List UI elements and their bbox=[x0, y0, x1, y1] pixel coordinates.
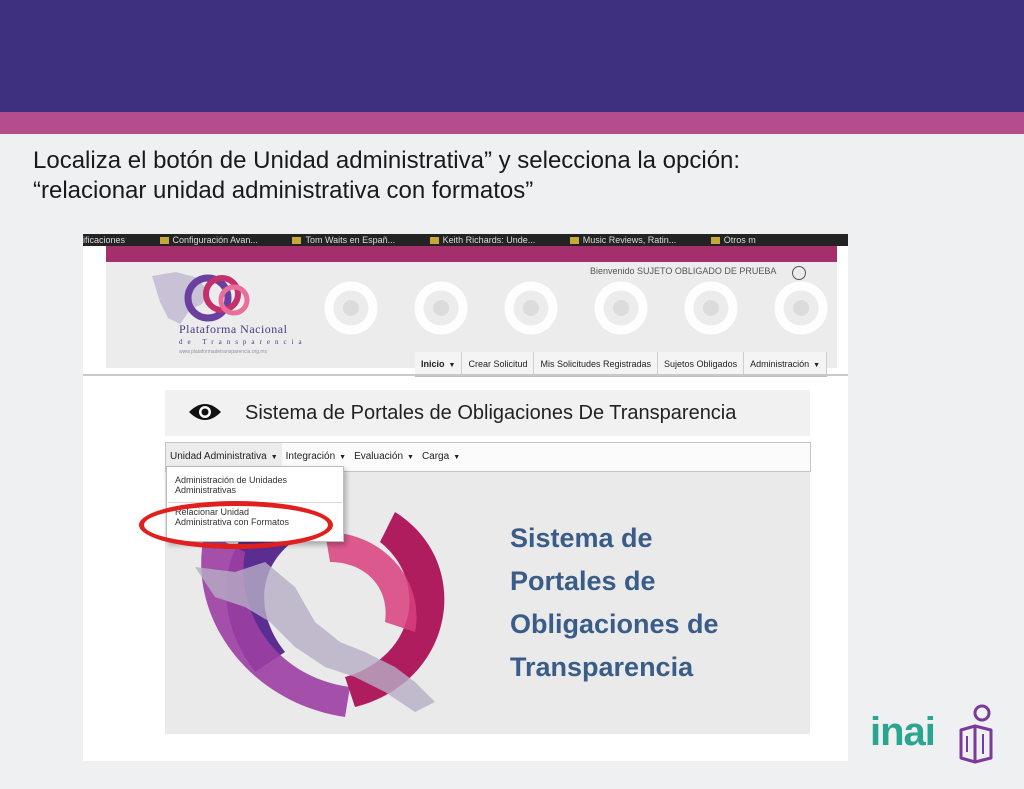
screenshot: ificaciones Configuración Avan... Tom Wa… bbox=[83, 234, 848, 761]
header-stripe bbox=[106, 246, 837, 262]
highlight-ring bbox=[139, 501, 333, 549]
bookmark-item[interactable]: ificaciones bbox=[83, 234, 141, 246]
inai-logo-text: inai bbox=[870, 710, 936, 754]
menu-carga[interactable]: Carga ▼ bbox=[418, 443, 464, 471]
bookmark-item[interactable]: Tom Waits en Españ... bbox=[292, 234, 411, 246]
logo-subtitle: de Transparencia bbox=[179, 338, 307, 346]
user-icon[interactable] bbox=[792, 266, 806, 280]
divider bbox=[83, 374, 848, 376]
nav-sujetos-obligados[interactable]: Sujetos Obligados bbox=[658, 352, 745, 376]
nav-crear-solicitud[interactable]: Crear Solicitud bbox=[462, 352, 535, 376]
welcome-text: Bienvenido SUJETO OBLIGADO DE PRUEBA bbox=[590, 266, 777, 276]
system-title: Sistema de Portales de Obligaciones De T… bbox=[245, 402, 737, 424]
hero-title: Sistema de Portales de Obligaciones de T… bbox=[510, 517, 719, 689]
chevron-down-icon: ▼ bbox=[453, 454, 461, 461]
decorative-pattern bbox=[324, 281, 828, 335]
menu-item-administracion-unidades[interactable]: Administración de Unidades Administrativ… bbox=[175, 475, 337, 495]
chevron-down-icon: ▼ bbox=[339, 454, 347, 461]
slide-instruction: Localiza el botón de Unidad administrati… bbox=[33, 146, 993, 206]
bookmark-item[interactable]: Music Reviews, Ratin... bbox=[569, 234, 693, 246]
page-icon bbox=[569, 237, 579, 244]
menu-item-label: Administrativas bbox=[175, 485, 237, 495]
folder-icon bbox=[159, 237, 169, 244]
system-title-bar: Sistema de Portales de Obligaciones De T… bbox=[165, 390, 810, 436]
instruction-line-1: Localiza el botón de Unidad administrati… bbox=[33, 147, 741, 174]
hero-line: Transparencia bbox=[510, 652, 694, 682]
nav-administracion[interactable]: Administración ▼ bbox=[744, 352, 828, 376]
page-icon bbox=[429, 237, 439, 244]
bookmarks-bar: ificaciones Configuración Avan... Tom Wa… bbox=[83, 234, 848, 246]
hero-line: Portales de bbox=[510, 566, 656, 596]
page-icon bbox=[292, 237, 302, 244]
bookmark-item[interactable]: Otros m bbox=[710, 234, 772, 246]
site-header: Plataforma Nacional de Transparencia www… bbox=[106, 246, 837, 377]
bookmark-item[interactable]: Keith Richards: Unde... bbox=[429, 234, 552, 246]
menu-item-label: Administración de Unidades bbox=[175, 475, 288, 485]
hero-line: Obligaciones de bbox=[510, 609, 719, 639]
eye-icon bbox=[189, 404, 221, 420]
instruction-line-2: “relacionar unidad administrativa con fo… bbox=[33, 177, 534, 204]
chevron-down-icon: ▼ bbox=[448, 362, 456, 369]
logo-url: www.plataformadetransparencia.org.mx bbox=[179, 349, 268, 355]
chevron-down-icon: ▼ bbox=[270, 454, 278, 461]
inai-logo: inai bbox=[870, 704, 996, 766]
bookmark-item[interactable]: Configuración Avan... bbox=[159, 234, 274, 246]
folder-icon bbox=[710, 237, 720, 244]
menu-evaluacion[interactable]: Evaluación ▼ bbox=[350, 443, 418, 471]
slide-header-band bbox=[0, 0, 1024, 112]
hero-line: Sistema de bbox=[510, 523, 653, 553]
chevron-down-icon: ▼ bbox=[407, 454, 414, 461]
logo-title: Plataforma Nacional bbox=[179, 322, 288, 336]
nav-inicio[interactable]: Inicio ▼ bbox=[415, 352, 463, 376]
inai-person-book-icon bbox=[959, 704, 993, 764]
slide-accent-band bbox=[0, 112, 1024, 134]
nav-mis-solicitudes[interactable]: Mis Solicitudes Registradas bbox=[534, 352, 659, 376]
chevron-down-icon: ▼ bbox=[813, 362, 821, 369]
